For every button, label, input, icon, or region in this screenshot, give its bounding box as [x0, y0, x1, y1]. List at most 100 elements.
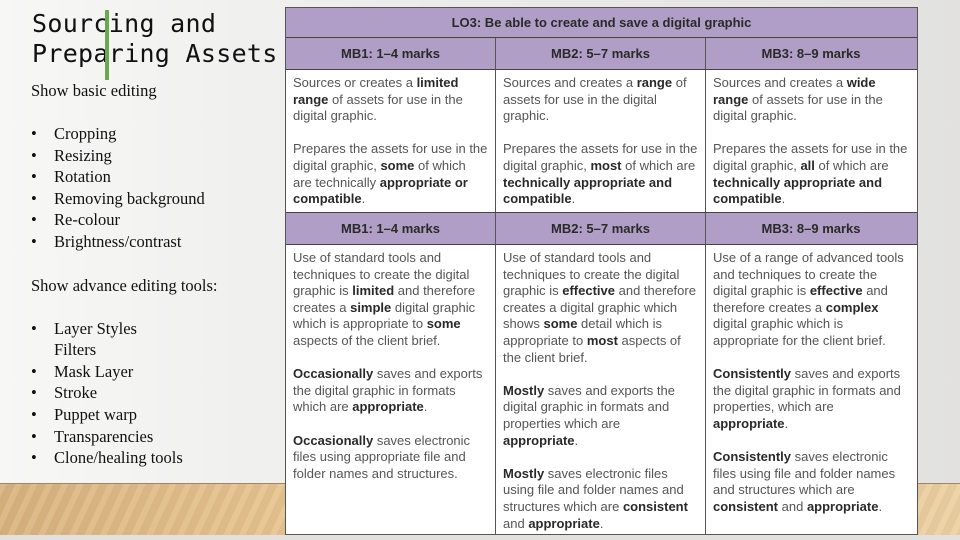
list-item: • Removing background [31, 188, 281, 210]
list-item-label: Mask Layer [54, 361, 134, 381]
rubric-table: LO3: Be able to create and save a digita… [285, 7, 918, 535]
bullet-icon: • [31, 210, 37, 230]
list-item-label: Re-colour [54, 210, 120, 230]
bullet-icon: • [31, 188, 37, 208]
list-item: • Resizing [31, 145, 281, 167]
emphasis: effective [809, 283, 863, 299]
editing-list-panel: Show basic editing • Cropping • Resizing • Ro… [31, 80, 281, 469]
criterion-text: Sources and creates a range of assets fo… [503, 75, 687, 124]
list-item-label: Removing background [54, 188, 205, 208]
list-item: • Mask Layer [31, 361, 281, 383]
mark-band-header: MB1: 1–4 marks [286, 38, 496, 69]
basic-editing-heading: Show basic editing [31, 81, 157, 100]
emphasis: wide range [713, 75, 876, 107]
list-item-label: Filters [54, 340, 97, 360]
criterion-text: Use of a range of advanced tools and tec… [713, 250, 904, 348]
criterion-text: Consistently saves electronic files usin… [713, 449, 896, 514]
emphasis: effective [562, 283, 615, 299]
bullet-icon: • [31, 318, 37, 338]
advanced-editing-heading: Show advance editing tools: [31, 275, 218, 295]
mark-band-header: MB2: 5–7 marks [496, 213, 706, 244]
emphasis: complex [825, 299, 879, 315]
rubric-cell: Sources or creates a limited range of as… [286, 70, 496, 212]
mark-band-header-row: MB1: 1–4 marks MB2: 5–7 marks MB3: 8–9 mar… [286, 38, 917, 70]
criterion-text: Use of standard tools and techniques to … [503, 250, 696, 365]
accent-bar [105, 10, 109, 80]
emphasis: appropriate [528, 515, 600, 531]
criterion-text: Prepares the assets for use in the digit… [503, 141, 698, 207]
rubric-cell: Sources and creates a wide range of asse… [706, 70, 916, 212]
bullet-icon: • [31, 448, 37, 468]
criterion-text: Mostly saves and exports the digital gra… [503, 382, 675, 448]
emphasis: Mostly [503, 382, 545, 398]
mark-band-header: MB3: 8–9 marks [761, 46, 861, 61]
list-item-label: Rotation [54, 167, 111, 187]
list-item: • Cropping [31, 123, 281, 145]
emphasis: simple [350, 299, 392, 315]
bullet-icon: • [31, 361, 37, 381]
list-item-label: Cropping [54, 124, 117, 143]
emphasis: some [426, 316, 461, 332]
emphasis: appropriate [352, 399, 424, 415]
rubric-title: LO3: Be able to create and save a digita… [451, 15, 752, 30]
list-item-label: Resizing [54, 145, 112, 165]
criterion-text: Occasionally saves electronic files usin… [293, 432, 471, 481]
emphasis: limited [352, 283, 395, 299]
list-item: • Rotation [31, 166, 281, 188]
criterion-text: Use of standard tools and techniques to … [293, 250, 476, 348]
list-item-label: Transparencies [54, 426, 154, 446]
emphasis: most [586, 332, 618, 348]
list-item-label: Stroke [54, 383, 98, 403]
emphasis: technically appropriate and compatible [503, 174, 673, 207]
emphasis: consistent [713, 498, 779, 514]
mark-band-header: MB1: 1–4 marks [286, 213, 496, 244]
emphasis: limited range [293, 75, 459, 107]
emphasis: appropriate [503, 432, 575, 448]
bullet-icon: • [31, 426, 37, 446]
rubric-cell: Use of a range of advanced tools and tec… [706, 245, 916, 534]
emphasis: some [543, 316, 578, 332]
list-item: • Stroke [31, 382, 281, 404]
emphasis: appropriate or compatible [293, 174, 468, 207]
bottom-strip [0, 535, 960, 540]
bullet-icon: • [31, 383, 37, 403]
rubric-title-row: LO3: Be able to create and save a digita… [286, 8, 917, 38]
criterion-text: Prepares the assets for use in the digit… [293, 141, 488, 207]
list-item: • Layer Styles [31, 318, 281, 340]
emphasis: Mostly [503, 465, 545, 481]
list-item-label: Puppet warp [54, 404, 137, 424]
emphasis: range [636, 75, 673, 90]
rubric-body-row: Use of standard tools and techniques to … [286, 245, 917, 534]
criterion-text: Prepares the assets for use in the digit… [713, 141, 908, 207]
list-item: • Puppet warp [31, 404, 281, 426]
bullet-icon: • [31, 231, 37, 251]
emphasis: some [380, 157, 415, 173]
bullet-icon: • [31, 124, 37, 143]
emphasis: appropriate [806, 498, 879, 514]
slide-title-line-2: Preparing Assets [32, 39, 278, 68]
rubric-cell: Use of standard tools and techniques to … [286, 245, 496, 534]
emphasis: Consistently [713, 449, 792, 465]
emphasis: Occasionally [293, 366, 374, 382]
slide-title-line-1: Sourcing and [32, 9, 217, 38]
slide-title: Sourcing and Preparing Assets [32, 9, 282, 69]
bullet-icon: • [31, 167, 37, 187]
list-item-label: Brightness/contrast [54, 231, 182, 251]
mark-band-header: MB2: 5–7 marks [496, 38, 706, 69]
bullet-icon: • [31, 145, 37, 165]
emphasis: Consistently [713, 366, 792, 382]
list-item-label: Layer Styles [54, 318, 137, 338]
mark-band-header: MB3: 8–9 marks [761, 221, 861, 236]
list-item: • Transparencies [31, 426, 281, 448]
rubric-body-row: Sources or creates a limited range of as… [286, 70, 917, 213]
criterion-text: Sources and creates a wide range of asse… [713, 75, 883, 124]
mark-band-header-row: MB1: 1–4 marks MB2: 5–7 marks MB3: 8–9 mar… [286, 213, 917, 245]
advanced-editing-list: • Layer Styles Filters • Mask Layer • Stroke • P… [31, 318, 281, 469]
list-item: Filters [31, 339, 281, 361]
list-item: • Brightness/contrast [31, 231, 281, 253]
rubric-cell: Sources and creates a range of assets fo… [496, 70, 706, 212]
criterion-text: Mostly saves electronic files using file… [503, 465, 688, 531]
list-item: • Re-colour [31, 209, 281, 231]
emphasis: most [590, 157, 622, 173]
basic-editing-list: • Cropping • Resizing • Rotation • Removing bac… [31, 123, 281, 253]
